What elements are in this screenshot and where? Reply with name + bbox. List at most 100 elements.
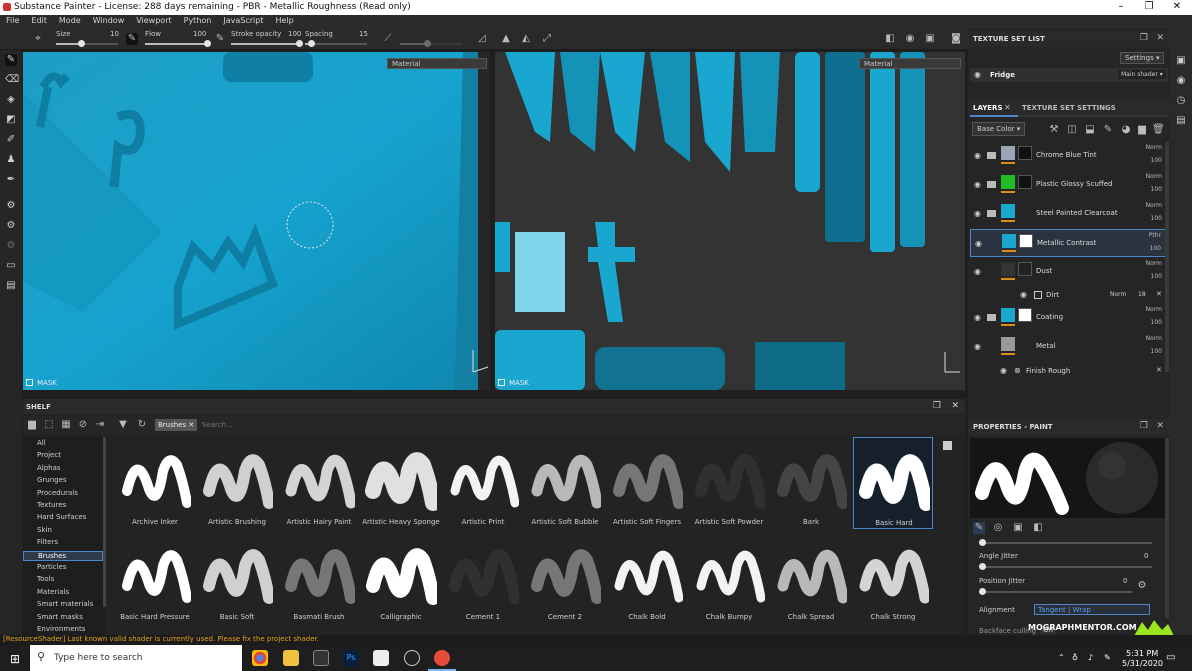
mask-toggle-2d[interactable]: MASK bbox=[498, 379, 529, 387]
add-folder-icon[interactable]: ▆ bbox=[1136, 124, 1148, 136]
add-fill-icon[interactable]: ⬓ bbox=[1084, 124, 1096, 136]
tsl-float-icon[interactable]: ❐ bbox=[1140, 33, 1148, 43]
texture-set-row[interactable]: ◉ Fridge Main shader ▾ bbox=[970, 68, 1168, 82]
layer-blend-mode[interactable]: Norm bbox=[1146, 335, 1162, 342]
layer-visibility-icon[interactable]: ◉ bbox=[974, 342, 984, 351]
tsl-close-icon[interactable]: ✕ bbox=[1156, 33, 1164, 43]
media-app-icon[interactable] bbox=[313, 650, 329, 666]
delete-layer-icon[interactable]: 🗑 bbox=[1152, 124, 1165, 136]
angle-icon[interactable]: ◿ bbox=[476, 33, 488, 45]
layer-metallic-contrast[interactable]: ◉ Metallic Contrast Pthr 100 bbox=[970, 229, 1168, 257]
view-mode-icon[interactable] bbox=[943, 441, 952, 450]
props-float-icon[interactable]: ❐ bbox=[1140, 421, 1148, 431]
layer-mask-thumbnail[interactable] bbox=[1018, 175, 1032, 189]
menu-javascript[interactable]: JavaScript bbox=[217, 15, 269, 25]
brush-artistic-soft-fingers[interactable]: Artistic Soft Fingers bbox=[607, 437, 687, 529]
clock-time[interactable]: 5:31 PM bbox=[1126, 649, 1158, 658]
viewport-3d[interactable]: Material MASK bbox=[23, 52, 490, 390]
viewport-2d[interactable]: Material MASK bbox=[495, 52, 965, 390]
file-explorer-icon[interactable] bbox=[283, 650, 299, 666]
size-value[interactable]: 10 bbox=[110, 30, 119, 38]
size-slider[interactable] bbox=[56, 40, 118, 47]
brush-artistic-soft-bubble[interactable]: Artistic Soft Bubble bbox=[525, 437, 605, 529]
brush-chalk-bumpy[interactable]: Chalk Bumpy bbox=[689, 532, 769, 624]
layer-opacity[interactable]: 100 bbox=[1151, 186, 1162, 193]
layer-opacity[interactable]: 100 bbox=[1150, 245, 1161, 252]
layer-blend-mode[interactable]: Norm bbox=[1146, 306, 1162, 313]
alignment-select[interactable]: Tangent | Wrap bbox=[1034, 604, 1150, 615]
shelf-category-skin[interactable]: Skin bbox=[37, 526, 52, 534]
symmetry-icon[interactable]: ⌖ bbox=[32, 33, 44, 45]
finish-visibility-icon[interactable]: ◉ bbox=[1000, 366, 1007, 375]
layer-opacity[interactable]: 100 bbox=[1151, 348, 1162, 355]
brush-artistic-brushing[interactable]: Artistic Brushing bbox=[197, 437, 277, 529]
brush-basic-soft[interactable]: Basic Soft bbox=[197, 532, 277, 624]
settings-dropdown[interactable]: Settings ▾ bbox=[1120, 52, 1165, 64]
alpha-tab-icon[interactable]: ◎ bbox=[992, 522, 1004, 534]
spacing-value[interactable]: 15 bbox=[359, 30, 368, 38]
color-picker-icon[interactable]: ✒ bbox=[5, 174, 17, 186]
shelf-search-input[interactable]: Search... bbox=[198, 419, 398, 431]
lazy-mouse-icon[interactable]: ⟋ bbox=[382, 33, 394, 45]
layer-visibility-icon[interactable]: ◉ bbox=[974, 151, 984, 160]
stroke-opacity-slider[interactable] bbox=[231, 40, 303, 47]
layer-visibility-icon[interactable]: ◉ bbox=[974, 180, 984, 189]
brush-basic-hard[interactable]: Basic Hard bbox=[853, 437, 933, 529]
menu-viewport[interactable]: Viewport bbox=[130, 15, 177, 25]
layer-blend-mode[interactable]: Norm bbox=[1146, 144, 1162, 151]
shelf-category-textures[interactable]: Textures bbox=[37, 501, 66, 509]
dirt-opacity[interactable]: 18 bbox=[1138, 291, 1146, 298]
brush-basmati-brush[interactable]: Basmati Brush bbox=[279, 532, 359, 624]
brush-artistic-soft-powder[interactable]: Artistic Soft Powder bbox=[689, 437, 769, 529]
brush-tab-icon[interactable]: ✎ bbox=[973, 522, 985, 534]
dirt-visibility-icon[interactable]: ◉ bbox=[1020, 290, 1027, 299]
folder-icon[interactable] bbox=[987, 210, 996, 217]
brush-chalk-strong[interactable]: Chalk Strong bbox=[853, 532, 933, 624]
camera-icon[interactable]: ▣ bbox=[924, 33, 936, 45]
display-settings-icon[interactable]: ◉ bbox=[1175, 75, 1187, 87]
transform-icon[interactable]: ⤢ bbox=[541, 33, 553, 45]
shelf-category-procedurals[interactable]: Procedurals bbox=[37, 489, 78, 497]
shelf-category-brushes[interactable]: Brushes bbox=[23, 550, 103, 561]
shelf-category-smart-masks[interactable]: Smart masks bbox=[37, 613, 83, 621]
properties-scrollbar[interactable] bbox=[1165, 438, 1169, 618]
brush-archive-inker[interactable]: Archive Inker bbox=[115, 437, 195, 529]
layer-mask-thumbnail[interactable] bbox=[1018, 262, 1032, 276]
position-jitter-slider[interactable] bbox=[979, 588, 1132, 595]
spacing-slider[interactable] bbox=[305, 40, 367, 47]
maximize-button[interactable]: ❐ bbox=[1135, 0, 1163, 15]
display-sphere-icon[interactable]: ◉ bbox=[904, 33, 916, 45]
filter-icon[interactable]: ▼ bbox=[117, 419, 129, 431]
channel-select[interactable]: Base Color ▾ bbox=[972, 122, 1026, 136]
brush-chalk-spread[interactable]: Chalk Spread bbox=[771, 532, 851, 624]
brush-artistic-heavy-sponge[interactable]: Artistic Heavy Sponge bbox=[361, 437, 441, 529]
refresh-icon[interactable]: ↻ bbox=[136, 419, 148, 431]
photoshop-icon[interactable]: Ps bbox=[343, 650, 359, 666]
layer-metal[interactable]: ◉ Metal Norm 100 bbox=[970, 333, 1168, 361]
screenshot-icon[interactable]: ◙ bbox=[950, 33, 962, 45]
layer-dust[interactable]: ◉ Dust Norm 100 bbox=[970, 258, 1168, 286]
menu-python[interactable]: Python bbox=[178, 15, 218, 25]
volume-icon[interactable]: ♪ bbox=[1088, 653, 1093, 662]
categories-scrollbar[interactable] bbox=[103, 437, 106, 607]
menu-window[interactable]: Window bbox=[87, 15, 131, 25]
dirt-close-icon[interactable]: ✕ bbox=[1156, 290, 1162, 298]
layer-plastic-glossy-scuffed[interactable]: ◉ Plastic Glossy Scuffed Norm 100 bbox=[970, 171, 1168, 199]
shelf-category-all[interactable]: All bbox=[37, 439, 46, 447]
shelf-category-hard-surfaces[interactable]: Hard Surfaces bbox=[37, 513, 86, 521]
brush-chalk-bold[interactable]: Chalk Bold bbox=[607, 532, 687, 624]
dirt-blend[interactable]: Norm bbox=[1110, 291, 1126, 298]
layer-mask-thumbnail[interactable] bbox=[1018, 146, 1032, 160]
add-effect-icon[interactable]: ⚒ bbox=[1048, 124, 1060, 136]
brush-bark[interactable]: Bark bbox=[771, 437, 851, 529]
finish-close-icon[interactable]: ✕ bbox=[1156, 366, 1162, 374]
tray-chevron-icon[interactable]: ⌃ bbox=[1058, 653, 1065, 662]
angle-jitter-value[interactable]: 0 bbox=[1144, 552, 1148, 560]
flow-slider[interactable] bbox=[145, 40, 211, 47]
mask-toggle-3d[interactable]: MASK bbox=[26, 379, 57, 387]
folder-icon[interactable] bbox=[987, 314, 996, 321]
shelf-category-alphas[interactable]: Alphas bbox=[37, 464, 61, 472]
shelf-close-icon[interactable]: ✕ bbox=[951, 401, 959, 411]
windows-start-icon[interactable]: ⊞ bbox=[10, 652, 20, 666]
export-icon[interactable]: ⇥ bbox=[94, 419, 106, 431]
